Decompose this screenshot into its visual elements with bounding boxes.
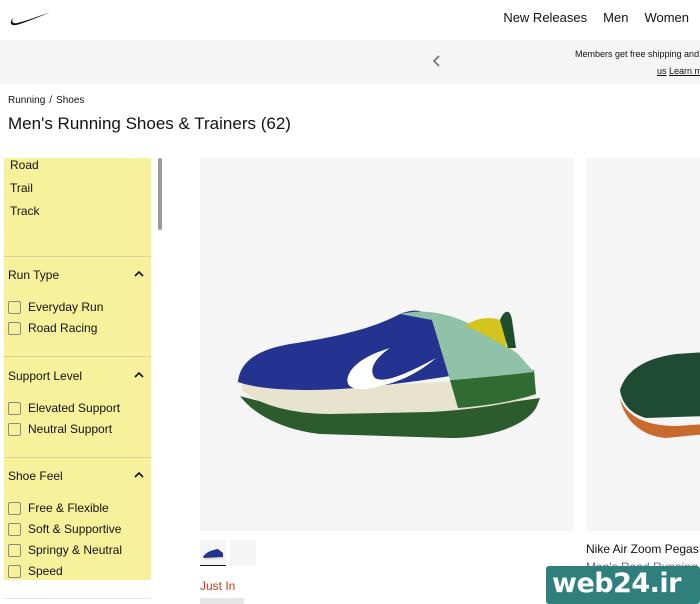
filter-divider <box>4 356 151 357</box>
filter-option-springy-neutral[interactable]: Springy & Neutral <box>8 543 122 557</box>
top-nav: New Releases Men Women <box>0 0 700 38</box>
checkbox[interactable] <box>8 422 21 436</box>
filter-option-label: Springy & Neutral <box>28 543 123 557</box>
main-nav-links: New Releases Men Women <box>503 10 689 25</box>
page-title: Men's Running Shoes & Trainers (62) <box>8 114 291 133</box>
filter-option-label: Elevated Support <box>28 401 121 415</box>
promo-banner: Members get free shipping and us Learn m <box>0 40 700 84</box>
filter-link-track[interactable]: Track <box>10 204 40 218</box>
chevron-up-icon[interactable] <box>133 371 145 379</box>
filter-option-soft-supportive[interactable]: Soft & Supportive <box>8 522 121 536</box>
filter-option-road-racing[interactable]: Road Racing <box>8 321 97 335</box>
checkbox[interactable] <box>8 401 21 415</box>
filter-divider <box>4 457 151 458</box>
watermark-text: web24.ir <box>552 568 681 599</box>
banner-message-link-line: us Learn m <box>657 66 700 76</box>
chevron-up-icon[interactable] <box>133 270 145 278</box>
checkbox[interactable] <box>8 522 21 536</box>
shoe-thumbnail-image <box>203 549 223 560</box>
sidebar-scrollbar[interactable] <box>158 158 162 230</box>
color-thumbnail[interactable] <box>200 540 226 566</box>
filter-option-label: Everyday Run <box>28 300 104 314</box>
nav-link-new-releases[interactable]: New Releases <box>503 10 587 25</box>
filter-link-trail[interactable]: Trail <box>10 181 33 195</box>
nav-link-men[interactable]: Men <box>603 10 628 25</box>
filter-option-label: Free & Flexible <box>28 501 109 515</box>
banner-message: Members get free shipping and <box>575 49 700 59</box>
filter-section-shoe-feel[interactable]: Shoe Feel <box>8 469 63 483</box>
filter-option-label: Speed <box>28 564 63 578</box>
checkbox[interactable] <box>8 564 21 578</box>
filter-option-label: Road Racing <box>28 321 98 335</box>
checkbox[interactable] <box>8 501 21 515</box>
checkbox[interactable] <box>8 321 21 335</box>
filter-option-everyday-run[interactable]: Everyday Run <box>8 300 103 314</box>
product-title[interactable]: Nike Air Zoom Pegas <box>586 542 699 556</box>
filter-section-run-type[interactable]: Run Type <box>8 268 59 282</box>
breadcrumb-shoes[interactable]: Shoes <box>56 95 84 106</box>
banner-us-text: us <box>657 66 667 76</box>
trail-shoe-image <box>238 310 540 438</box>
filter-option-neutral-support[interactable]: Neutral Support <box>8 422 112 436</box>
filter-option-elevated-support[interactable]: Elevated Support <box>8 401 120 415</box>
filter-link-road[interactable]: Road <box>10 158 39 172</box>
filter-divider <box>4 598 151 599</box>
filter-option-speed[interactable]: Speed <box>8 564 63 578</box>
chevron-up-icon[interactable] <box>133 471 145 479</box>
breadcrumb: Running / Shoes <box>8 95 84 106</box>
filter-option-label: Neutral Support <box>28 422 113 436</box>
product-image[interactable] <box>586 158 700 531</box>
breadcrumb-running[interactable]: Running <box>8 95 45 106</box>
nav-link-women[interactable]: Women <box>644 10 689 25</box>
checkbox[interactable] <box>8 543 21 557</box>
color-thumbnail[interactable] <box>230 540 256 566</box>
filter-section-support-level[interactable]: Support Level <box>8 369 82 383</box>
chevron-left-icon[interactable] <box>430 53 444 69</box>
filter-sidebar: Road Trail Track Run Type Everyday Run R… <box>4 158 151 580</box>
road-shoe-image <box>620 352 700 438</box>
filter-option-label: Soft & Supportive <box>28 522 122 536</box>
filter-divider <box>4 256 151 257</box>
checkbox[interactable] <box>8 300 21 314</box>
nike-swoosh-icon[interactable] <box>8 10 52 28</box>
breadcrumb-separator: / <box>49 95 53 106</box>
product-price <box>200 598 244 604</box>
banner-learn-more-link[interactable]: Learn m <box>669 66 700 76</box>
product-badge: Just In <box>200 579 236 593</box>
filter-option-free-flexible[interactable]: Free & Flexible <box>8 501 109 515</box>
watermark-logo: web24.ir <box>546 566 700 604</box>
product-image[interactable] <box>200 158 574 531</box>
